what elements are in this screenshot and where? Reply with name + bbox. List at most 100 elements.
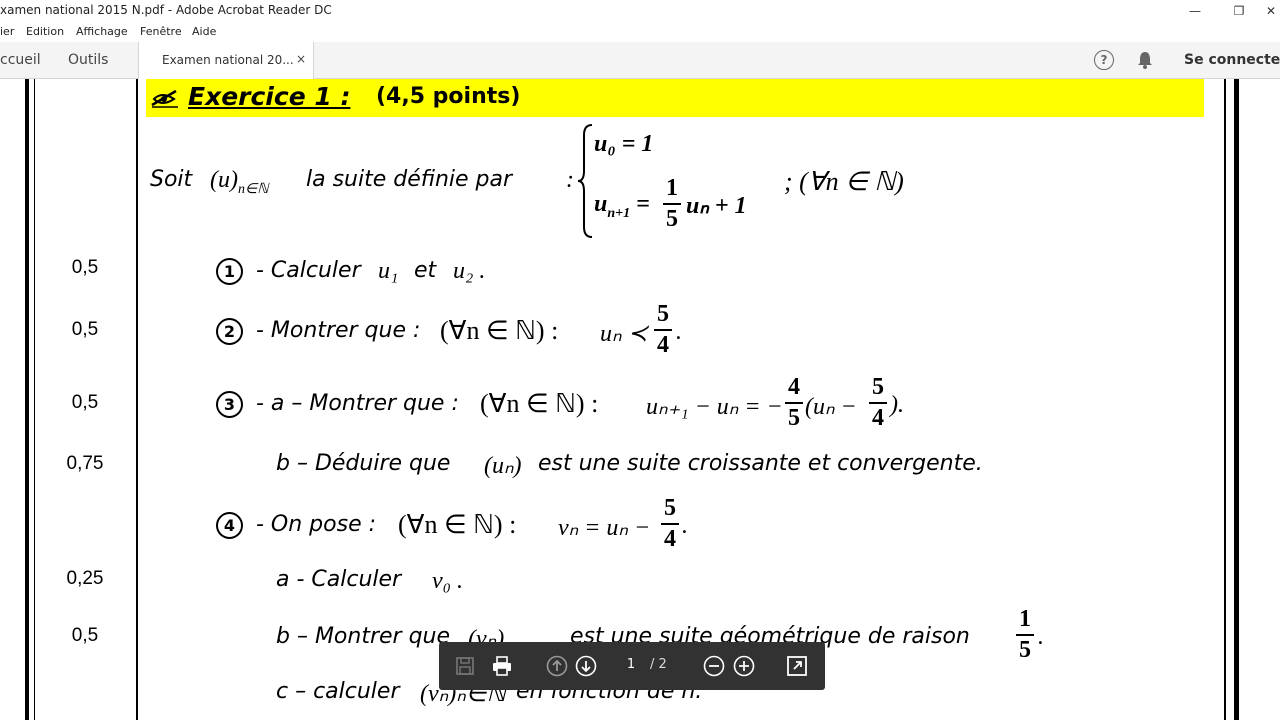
q4b-frac-den: 5 xyxy=(1019,637,1031,663)
q4a-text: a - Calculer xyxy=(276,567,402,592)
question-number-4: 4 xyxy=(216,512,243,539)
minimize-button[interactable]: — xyxy=(1172,0,1218,22)
def-rec-right: uₙ + 1 xyxy=(686,193,747,219)
def-rec-frac-den: 5 xyxy=(666,206,678,232)
score-q3a: 0,5 xyxy=(71,392,99,413)
def-u0: u₀ = 1 xyxy=(594,131,654,157)
q1-text: - Calculer xyxy=(256,258,361,283)
q1-math2: u₂ . xyxy=(453,258,486,284)
document-viewer[interactable]: Exercice 1 : (4,5 points) Soit (u)n∈ℕ la… xyxy=(0,79,1280,720)
q2-math: uₙ ≺ xyxy=(600,321,648,347)
q4b-text: b – Montrer que xyxy=(276,624,451,649)
q3b-math: (uₙ) xyxy=(484,453,522,479)
q4-fraction: 54 xyxy=(661,495,679,553)
question-number-2: 2 xyxy=(216,318,243,345)
q2-quantifier: (∀n ∈ ℕ) : xyxy=(440,316,559,345)
def-rec-sub: n+1 xyxy=(607,205,631,221)
menu-edition[interactable]: Edition xyxy=(26,25,64,38)
intro-seq-name: (u xyxy=(210,167,230,193)
def-rec-frac-num: 1 xyxy=(666,175,678,201)
score-q3b: 0,75 xyxy=(66,453,104,474)
page-border-right xyxy=(1234,79,1239,720)
q2-fraction: 54 xyxy=(654,301,672,359)
q4b-end: . xyxy=(1038,624,1044,650)
bell-icon[interactable] xyxy=(1136,50,1154,70)
tab-document-label: Examen national 20... xyxy=(162,53,294,67)
page-border-left xyxy=(25,79,29,720)
help-icon[interactable]: ? xyxy=(1094,50,1114,70)
zoom-out-icon[interactable] xyxy=(702,654,726,678)
page-number-input[interactable]: 1 xyxy=(616,654,646,676)
def-rec-left: u xyxy=(594,191,608,217)
system-brace xyxy=(577,124,593,238)
q4-frac-num: 5 xyxy=(664,495,676,521)
q4-text: - On pose : xyxy=(256,512,377,537)
menu-affichage[interactable]: Affichage xyxy=(76,25,128,38)
def-rec: un+1 = xyxy=(594,191,650,222)
menu-aide[interactable]: Aide xyxy=(192,25,216,38)
tab-tools[interactable]: Outils xyxy=(68,52,108,68)
print-icon[interactable] xyxy=(490,654,514,678)
q4-math: vₙ = uₙ − xyxy=(558,515,651,541)
menu-bar: ier Edition Affichage Fenêtre Aide xyxy=(0,22,1280,42)
def-colon: : xyxy=(566,167,574,193)
q2-frac-den: 4 xyxy=(657,332,669,358)
q4-end: . xyxy=(682,513,688,539)
score-q4a: 0,25 xyxy=(66,568,104,589)
def-rec-fraction: 15 xyxy=(663,175,681,233)
score-q2: 0,5 xyxy=(71,319,99,340)
sign-in-button[interactable]: Se connecter xyxy=(1184,52,1280,68)
column-divider xyxy=(136,79,138,720)
q3a-frac2-num: 5 xyxy=(872,374,884,400)
q3a-frac1-den: 5 xyxy=(788,405,800,431)
close-button[interactable]: ✕ xyxy=(1262,0,1280,22)
menu-fenetre[interactable]: Fenêtre xyxy=(140,25,182,38)
fit-page-icon[interactable] xyxy=(785,654,809,678)
q3a-quantifier: (∀n ∈ ℕ) : xyxy=(480,389,599,418)
page-border-left-inner xyxy=(34,79,35,720)
q3b-rest: est une suite croissante et convergente. xyxy=(538,451,983,476)
q4b-fraction: 15 xyxy=(1016,606,1034,664)
score-q4b: 0,5 xyxy=(71,625,99,646)
q3a-math: uₙ₊₁ − uₙ = − xyxy=(646,394,783,420)
score-q1: 0,5 xyxy=(71,257,99,278)
q4c-text: c – calculer xyxy=(276,679,400,704)
q4b-frac-num: 1 xyxy=(1019,606,1031,632)
page-total: / 2 xyxy=(650,657,667,672)
q4-quantifier: (∀n ∈ ℕ) : xyxy=(398,510,517,539)
q3a-text: - a – Montrer que : xyxy=(256,391,459,416)
q3a-frac2-den: 4 xyxy=(872,405,884,431)
intro-sequence: (u)n∈ℕ xyxy=(210,167,269,197)
close-tab-icon[interactable]: × xyxy=(296,52,306,66)
zoom-in-icon[interactable] xyxy=(732,654,756,678)
save-icon[interactable] xyxy=(453,654,477,678)
tab-document[interactable]: Examen national 20... × xyxy=(138,42,314,79)
q3b-text: b – Déduire que xyxy=(276,451,451,476)
window-title: xamen national 2015 N.pdf - Adobe Acroba… xyxy=(0,3,332,17)
q1-math1: u₁ xyxy=(378,258,399,284)
q3a-frac1-num: 4 xyxy=(788,374,800,400)
exercise-title: Exercice 1 : xyxy=(188,82,351,111)
previous-page-icon[interactable] xyxy=(545,654,569,678)
pencil-icon xyxy=(151,89,178,108)
q3a-fraction-1: 45 xyxy=(785,374,803,432)
q2-frac-num: 5 xyxy=(657,301,669,327)
q1-and: et xyxy=(414,258,437,283)
page-border-right-inner xyxy=(1224,79,1226,720)
q3a-end: ). xyxy=(890,392,904,418)
def-rec-eq: = xyxy=(636,191,650,217)
question-number-3: 3 xyxy=(216,391,243,418)
q2-end: . xyxy=(676,319,682,345)
restore-button[interactable]: ❐ xyxy=(1216,0,1262,22)
question-number-1: 1 xyxy=(216,258,243,285)
q2-text: - Montrer que : xyxy=(256,318,421,343)
menu-file[interactable]: ier xyxy=(0,25,14,38)
tab-home[interactable]: ccueil xyxy=(0,52,41,68)
def-quantifier: ; (∀n ∈ ℕ) xyxy=(784,167,904,196)
q4a-math: v₀ . xyxy=(432,568,463,594)
q4-frac-den: 4 xyxy=(664,526,676,552)
next-page-icon[interactable] xyxy=(574,654,598,678)
intro-rest: la suite définie par xyxy=(306,167,513,192)
intro-seq-index: n∈ℕ xyxy=(238,181,269,197)
tab-bar: ccueil Outils Examen national 20... × ? … xyxy=(0,42,1280,79)
